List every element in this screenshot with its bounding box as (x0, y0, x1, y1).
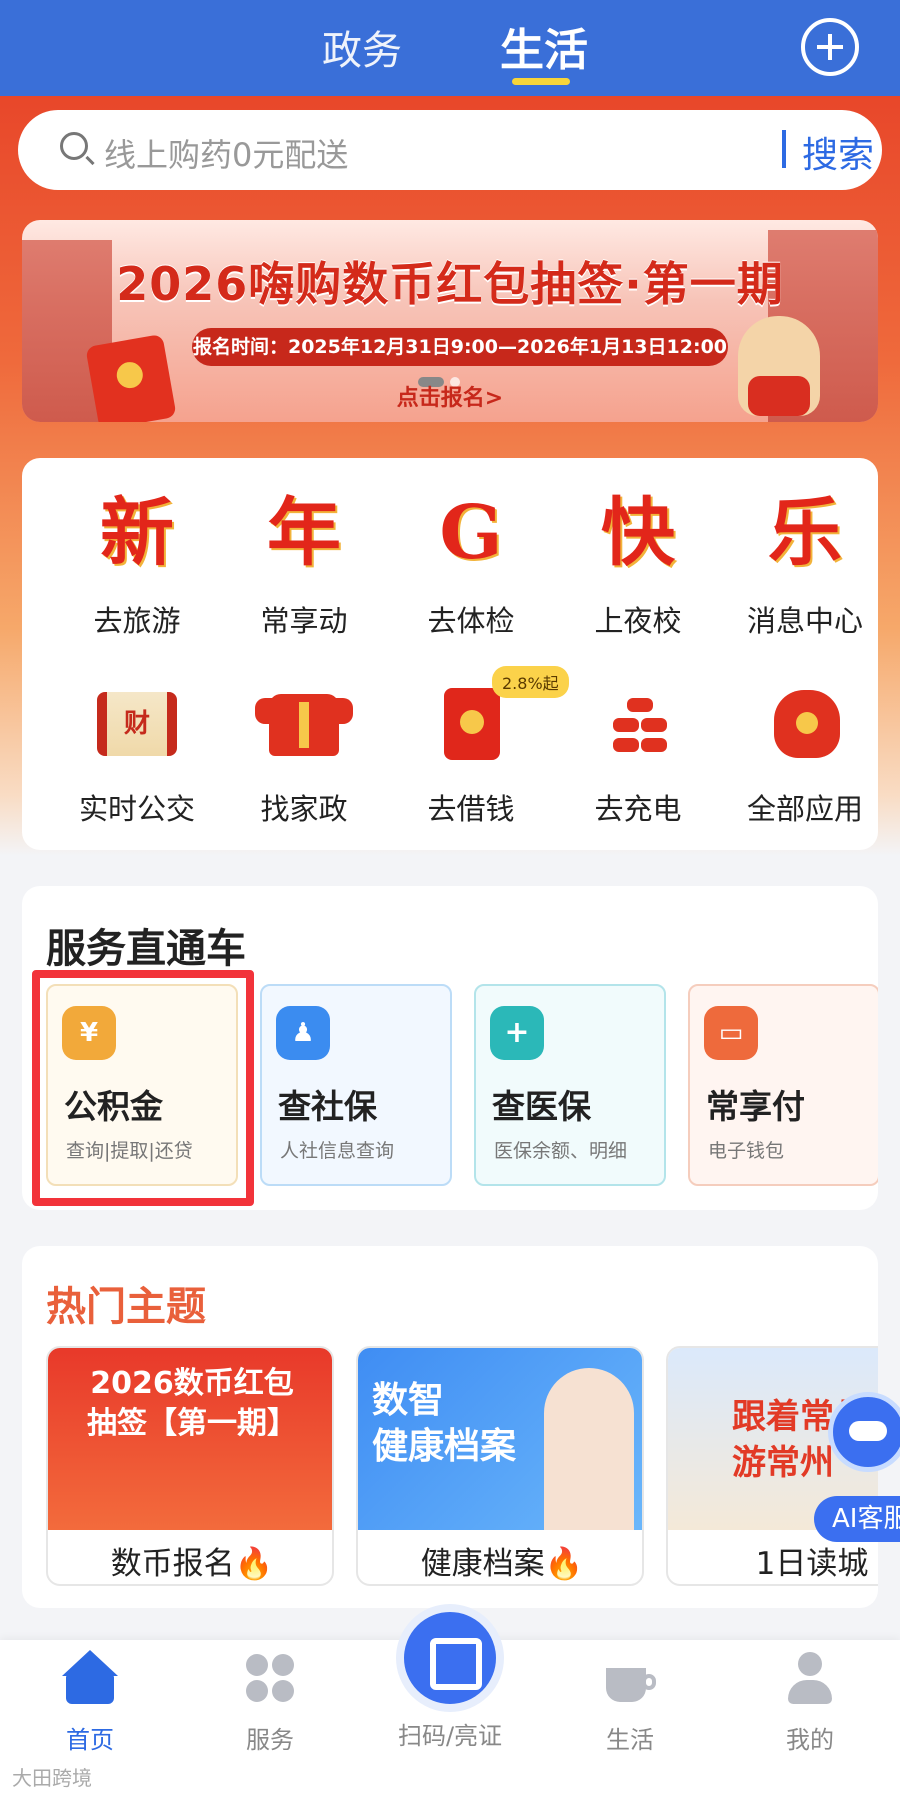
app-realtime-bus[interactable]: 财 实时公交 (62, 676, 212, 846)
service-tile-housing-fund[interactable]: ¥ 公积金 查询|提取|还贷 (46, 984, 238, 1186)
tab-life[interactable]: 生活 (500, 14, 588, 78)
service-tile-title: 常享付 (706, 1087, 805, 1126)
app-health-check[interactable]: G 去体检 (396, 488, 546, 658)
joy-char-icon: 乐 (768, 490, 842, 576)
app-grid: 新 去旅游 年 常享动 G 去体检 快 上夜校 乐 消息中心 财 实时公交 找家… (22, 458, 878, 850)
app-label: 上夜校 (594, 604, 682, 638)
search-button[interactable]: 搜索 (802, 126, 874, 178)
firecracker-icon (593, 676, 683, 766)
search-bar[interactable]: 线上购药0元配送 搜索 (18, 110, 882, 190)
service-tile-title: 公积金 (64, 1087, 163, 1126)
service-tile-subtitle: 人社信息查询 (280, 1140, 395, 1162)
service-tile-wallet[interactable]: ▭ 常享付 电子钱包 (688, 984, 878, 1186)
nav-label: 首页 (66, 1726, 114, 1754)
nav-scan-label[interactable]: 扫码/亮证 (370, 1716, 530, 1751)
app-label: 去体检 (427, 604, 515, 638)
nav-profile[interactable]: 我的 (750, 1650, 870, 1755)
house-fund-icon: ¥ (62, 1006, 116, 1060)
robot-icon (828, 1392, 900, 1472)
hot-tile-label: 数币报名🔥 (110, 1546, 274, 1582)
lucky-bag-icon (760, 676, 850, 766)
plus-circle-icon[interactable] (801, 18, 859, 76)
coffee-cup-icon (602, 1650, 658, 1706)
hot-tile-label: 1日读城 (755, 1546, 869, 1582)
nav-life[interactable]: 生活 (570, 1650, 690, 1755)
service-tile-social-security[interactable]: ♟ 查社保 人社信息查询 (260, 984, 452, 1186)
app-message-center[interactable]: 乐 消息中心 (730, 488, 880, 658)
flame-icon: 🔥 (234, 1546, 274, 1582)
app-label: 找家政 (260, 792, 348, 826)
medical-insurance-icon: + (490, 1006, 544, 1060)
app-travel[interactable]: 新 去旅游 (62, 488, 212, 658)
fast-char-icon: 快 (601, 490, 675, 576)
hot-tile-dcep-signup[interactable]: 2026数币红包 抽签【第一期】 数币报名🔥 (46, 1346, 334, 1586)
nav-label: 生活 (606, 1726, 654, 1754)
ai-assistant-label: AI客服 (814, 1496, 900, 1542)
app-label: 去充电 (594, 792, 682, 826)
app-borrow-money[interactable]: 2.8%起 去借钱 (396, 666, 569, 846)
qr-scan-icon[interactable] (396, 1604, 504, 1712)
search-icon (60, 132, 88, 160)
flame-icon: 🔥 (544, 1546, 584, 1582)
app-label: 消息中心 (746, 604, 863, 638)
app-label: 实时公交 (78, 792, 195, 826)
year-char-icon: 年 (267, 490, 341, 576)
profile-icon (782, 1650, 838, 1706)
service-tile-subtitle: 医保余额、明细 (494, 1140, 628, 1162)
health-record-image: 数智 健康档案 (358, 1348, 642, 1530)
nav-home[interactable]: 首页 (30, 1650, 150, 1755)
rate-badge: 2.8%起 (492, 666, 569, 698)
active-tab-indicator (512, 78, 570, 85)
app-charging[interactable]: 去充电 (563, 676, 713, 846)
home-icon (62, 1650, 118, 1706)
scroll-fortune-icon: 财 (92, 676, 182, 766)
wallet-icon: ▭ (704, 1006, 758, 1060)
service-express-section: 服务直通车 ¥ 公积金 查询|提取|还贷 ♟ 查社保 人社信息查询 + 查医保 … (22, 886, 878, 1210)
nav-label: 服务 (246, 1726, 294, 1754)
new-char-icon: 新 (100, 490, 174, 576)
app-changxiangdong[interactable]: 年 常享动 (229, 488, 379, 658)
red-jacket-icon (255, 676, 353, 766)
top-bar: 政务 生活 (0, 0, 900, 96)
service-tile-title: 查社保 (278, 1087, 377, 1126)
banner-signup-link[interactable]: 点击报名> (22, 380, 878, 412)
section-title: 热门主题 (46, 1284, 206, 1330)
avatar-illustration (544, 1368, 634, 1530)
app-label: 去旅游 (93, 604, 181, 638)
social-security-icon: ♟ (276, 1006, 330, 1060)
section-title: 服务直通车 (46, 926, 246, 972)
g-logo-icon: G (439, 490, 503, 576)
hot-tile-label: 健康档案🔥 (420, 1546, 584, 1582)
service-tile-title: 查医保 (492, 1087, 591, 1126)
app-label: 去借钱 (427, 792, 515, 826)
dcep-promo-image: 2026数币红包 抽签【第一期】 (48, 1348, 332, 1530)
hot-topics-section: 热门主题 2026数币红包 抽签【第一期】 数币报名🔥 数智 健康档案 健康档案… (22, 1246, 878, 1608)
app-label: 全部应用 (746, 792, 863, 826)
service-tile-subtitle: 电子钱包 (708, 1140, 785, 1162)
hot-tile-health-record[interactable]: 数智 健康档案 健康档案🔥 (356, 1346, 644, 1586)
nav-services[interactable]: 服务 (210, 1650, 330, 1755)
search-divider (782, 130, 786, 168)
search-input[interactable]: 线上购药0元配送 (104, 130, 348, 176)
grid-icon (242, 1650, 298, 1706)
banner-date: 报名时间：2025年12月31日9:00—2026年1月13日12:00 (192, 328, 728, 366)
service-tile-medical-insurance[interactable]: + 查医保 医保余额、明细 (474, 984, 666, 1186)
service-tile-subtitle: 查询|提取|还贷 (66, 1140, 193, 1162)
ai-assistant-button[interactable]: AI客服 (814, 1392, 900, 1542)
watermark: 大田跨境 (12, 1766, 92, 1790)
app-all-apps[interactable]: 全部应用 (730, 676, 880, 846)
app-housekeeping[interactable]: 找家政 (229, 676, 379, 846)
app-label: 常享动 (260, 604, 348, 638)
tab-government[interactable]: 政务 (322, 18, 402, 76)
banner-title: 2026嗨购数币红包抽签·第一期 (116, 257, 784, 311)
promo-banner[interactable]: 2026嗨购数币红包抽签·第一期 报名时间：2025年12月31日9:00—20… (22, 220, 878, 422)
app-night-school[interactable]: 快 上夜校 (563, 488, 713, 658)
nav-label: 我的 (786, 1726, 834, 1754)
